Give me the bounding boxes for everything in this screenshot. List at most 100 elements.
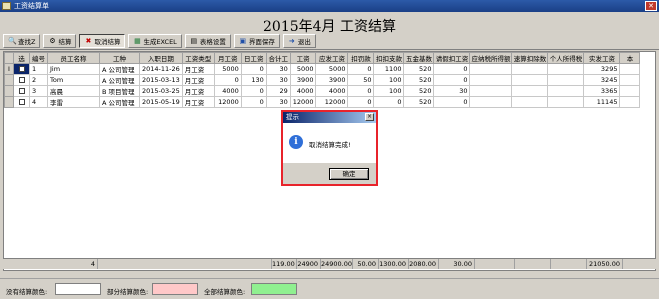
table-cell[interactable]: 李雷 [47,96,100,108]
column-header[interactable]: 扣罚款 [347,52,375,64]
table-cell[interactable]: 130 [240,74,267,86]
table-cell[interactable]: 30 [265,74,291,86]
table-cell[interactable]: 3900 [315,74,349,86]
table-cell[interactable]: 0 [347,96,375,108]
table-cell[interactable]: 11145 [583,96,621,108]
column-header[interactable]: 工种 [99,52,140,64]
column-header[interactable]: 应发工资 [315,52,349,64]
table-cell[interactable] [547,85,585,97]
table-cell[interactable]: 520 [403,74,435,86]
table-cell[interactable] [469,74,513,86]
row-checkbox[interactable] [18,99,25,105]
table-cell[interactable]: 30 [265,96,291,108]
table-cell[interactable]: 520 [403,85,435,97]
column-header[interactable]: 工资 [289,52,317,64]
ok-button[interactable]: 确定 [329,168,369,180]
table-cell[interactable]: 30 [265,63,291,75]
table-cell[interactable]: 12000 [315,96,349,108]
table-cell[interactable]: 0 [240,63,267,75]
table-cell[interactable] [469,96,513,108]
table-cell[interactable]: 3365 [583,85,621,97]
table-cell[interactable]: 月工资 [181,96,215,108]
table-cell[interactable]: 0 [433,74,471,86]
table-cell[interactable]: 0 [213,74,242,86]
table-cell[interactable]: 5000 [289,63,317,75]
table-cell[interactable]: 0 [433,96,471,108]
table-cell[interactable]: 0 [373,96,405,108]
table-cell[interactable] [511,74,549,86]
search-button[interactable]: 🔍 查找Z [3,34,41,48]
table-cell[interactable]: A 公司管理 [99,74,140,86]
table-cell[interactable] [469,63,513,75]
table-cell[interactable]: 3295 [583,63,621,75]
table-row[interactable]: 4 李雷 A 公司管理 2015-05-19 月工资 12000 0 30 12000 12000… [4,96,641,108]
column-header[interactable]: 实发工资 [583,52,621,64]
table-cell[interactable] [619,96,641,108]
table-cell[interactable]: 3900 [289,74,317,86]
table-cell[interactable]: 2 [29,74,48,86]
column-header[interactable]: 个人所得税 [547,52,585,64]
table-cell[interactable]: 520 [403,96,435,108]
table-cell[interactable]: 月工资 [181,85,215,97]
table-cell[interactable] [547,63,585,75]
column-header[interactable]: 应纳税所得额 [469,52,513,64]
export-excel-button[interactable]: ▦ 生成EXCEL [128,34,182,48]
dialog-close-button[interactable]: × [365,113,374,121]
table-cell[interactable] [619,85,641,97]
table-cell[interactable]: 0 [347,85,375,97]
table-row[interactable]: 2 Tom A 公司管理 2015-03-13 月工资 0 130 30 3900 3900 50 1… [4,74,641,86]
table-cell[interactable] [619,63,641,75]
exit-button[interactable]: ➜ 退出 [282,34,316,48]
row-checkbox[interactable] [18,88,25,94]
table-cell[interactable]: 0 [240,96,267,108]
table-cell[interactable]: 5000 [315,63,349,75]
table-cell[interactable] [511,63,549,75]
column-header[interactable]: 本 [619,52,641,64]
table-cell[interactable]: 月工资 [181,63,215,75]
table-cell[interactable] [469,85,513,97]
table-row[interactable]: I ✓ 1 Jim A 公司管理 2014-11-26 月工资 5000 0 30 5000 5000… [4,63,641,75]
column-header[interactable]: 请假扣工资 [433,52,471,64]
table-settings-button[interactable]: ▤ 表格设置 [184,34,231,48]
table-cell[interactable]: Jim [47,63,100,75]
table-cell[interactable]: 12000 [213,96,242,108]
column-header[interactable]: 日工资 [240,52,267,64]
table-cell[interactable]: Tom [47,74,100,86]
table-cell[interactable]: 1 [29,63,48,75]
table-cell[interactable]: 100 [373,85,405,97]
table-cell[interactable] [547,96,585,108]
table-cell[interactable]: 4 [29,96,48,108]
table-cell[interactable]: 29 [265,85,291,97]
legend-swatch-full[interactable] [251,283,297,295]
row-checkbox[interactable] [18,77,25,83]
table-cell[interactable]: 月工资 [181,74,215,86]
row-checkbox[interactable]: ✓ [18,66,25,73]
table-cell[interactable]: 2015-05-19 [139,96,183,108]
table-cell[interactable]: 50 [347,74,375,86]
table-cell[interactable]: 高晨 [47,85,100,97]
table-cell[interactable] [511,96,549,108]
table-cell[interactable]: 4000 [289,85,317,97]
table-cell[interactable]: 4000 [213,85,242,97]
table-cell[interactable]: 30 [433,85,471,97]
table-cell[interactable]: 0 [240,85,267,97]
column-header[interactable]: 速算扣除数 [511,52,549,64]
table-cell[interactable] [511,85,549,97]
table-cell[interactable]: 2014-11-26 [139,63,183,75]
cancel-settle-button[interactable]: ✖ 取消结算 [79,34,126,48]
column-header[interactable]: 员工名称 [47,52,100,64]
table-cell[interactable]: 2015-03-25 [139,85,183,97]
column-header[interactable]: 月工资 [213,52,242,64]
table-cell[interactable]: 5000 [213,63,242,75]
table-cell[interactable]: 520 [403,63,435,75]
settle-button[interactable]: ⚙ 结算 [43,34,77,48]
legend-swatch-partial[interactable] [152,283,198,295]
legend-swatch-none[interactable] [55,283,101,295]
table-cell[interactable]: 0 [433,63,471,75]
table-row[interactable]: 3 高晨 B 项目管理 2015-03-25 月工资 4000 0 29 4000 4000 0 10… [4,85,641,97]
column-header[interactable]: 编号 [29,52,48,64]
column-header[interactable]: 五金基数 [403,52,435,64]
table-cell[interactable]: 4000 [315,85,349,97]
table-cell[interactable]: 1100 [373,63,405,75]
column-header[interactable]: 合计工 [265,52,291,64]
